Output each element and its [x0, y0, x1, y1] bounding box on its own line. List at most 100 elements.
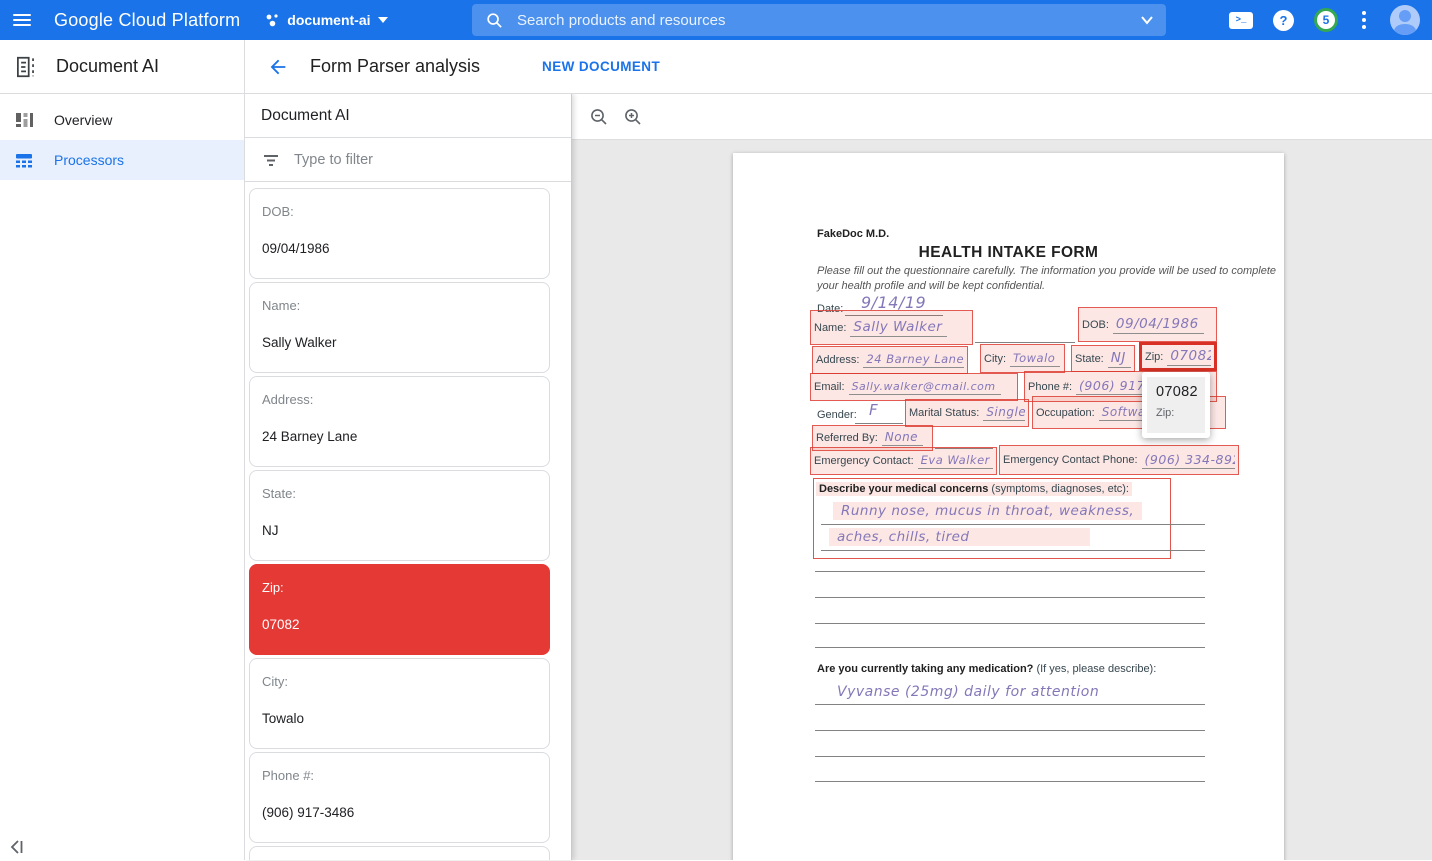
filter-input[interactable] [294, 152, 571, 168]
doc-field-value: NJ [1108, 350, 1131, 368]
field-card-label: City: [262, 674, 537, 689]
field-card-partial[interactable] [249, 846, 550, 860]
tooltip-value: 07082 [1156, 384, 1205, 400]
doc-field-label: Phone #: [1028, 381, 1072, 393]
doc-field-value: None [882, 430, 923, 446]
doc-gender-value: F [869, 401, 878, 419]
sidebar-item-overview[interactable]: Overview [0, 100, 244, 140]
doc-intro-line2: your health profile and will be kept con… [817, 280, 1045, 292]
doc-medication-label-bold: Are you currently taking any medication? [817, 663, 1033, 675]
tooltip-label: Zip: [1156, 407, 1205, 419]
document-ai-icon [13, 54, 39, 80]
app-title: Document AI [56, 56, 159, 77]
menu-icon[interactable] [0, 0, 44, 40]
field-card-value: 09/04/1986 [262, 241, 537, 256]
doc-field-zip-selected[interactable]: Zip: 07082 [1139, 342, 1217, 371]
more-options-icon[interactable] [1358, 7, 1370, 33]
sidebar-item-label: Overview [54, 112, 112, 128]
doc-field-value: 09/04/1986 [1113, 316, 1204, 334]
chevron-down-icon[interactable] [1140, 14, 1154, 26]
search-input[interactable] [517, 12, 1140, 29]
field-card-value: Sally Walker [262, 335, 537, 350]
collapse-left-icon [8, 838, 26, 856]
viewer-canvas[interactable]: FakeDoc M.D. HEALTH INTAKE FORM Please f… [572, 140, 1432, 860]
filter-icon [262, 151, 280, 169]
page-header: Document AI Form Parser analysis NEW DOC… [0, 40, 1432, 94]
field-card[interactable]: DOB: 09/04/1986 [249, 188, 550, 279]
page-title: Form Parser analysis [310, 56, 480, 77]
doc-medication-value: Vyvanse (25mg) daily for attention [837, 684, 1099, 700]
sidebar-item-processors[interactable]: Processors [0, 140, 244, 180]
notifications-badge[interactable]: 5 [1314, 8, 1338, 32]
doc-field-address[interactable]: Address: 24 Barney Lane [812, 346, 968, 374]
doc-concerns-label-bold: Describe your medical concerns [819, 483, 988, 495]
back-button[interactable] [262, 51, 294, 83]
doc-field-marital-status[interactable]: Marital Status: Single [905, 399, 1029, 427]
field-card-list: DOB: 09/04/1986 Name: Sally Walker Address:2… [245, 183, 571, 860]
chevron-down-icon [378, 17, 388, 23]
sidebar-item-label: Processors [54, 152, 124, 168]
entities-panel: Document AI DOB: 09/04/1986 Name: Sally Wal… [245, 94, 572, 860]
arrow-back-icon [267, 56, 289, 78]
project-name: document-ai [287, 12, 370, 28]
doc-concerns-line2: aches, chills, tired [829, 528, 1090, 546]
search-bar[interactable] [472, 4, 1166, 36]
doc-field-label: Referred By: [816, 432, 878, 444]
field-card-label: Name: [262, 298, 537, 313]
doc-field-emergency-phone[interactable]: Emergency Contact Phone: (906) 334-8926 [999, 445, 1239, 475]
filter-row [245, 138, 571, 182]
doc-field-value: Sally.walker@cmail.com [849, 380, 1001, 395]
doc-field-label: Zip: [1145, 351, 1163, 363]
doc-field-name[interactable]: Name: Sally Walker [810, 310, 973, 345]
doc-concerns-label-sub: (symptoms, diagnoses, etc): [988, 483, 1129, 495]
doc-field-value: Eva Walker [918, 453, 993, 469]
help-icon[interactable]: ? [1273, 10, 1294, 31]
doc-field-value: 24 Barney Lane [863, 352, 964, 368]
project-selector[interactable]: document-ai [264, 12, 387, 28]
doc-field-label: Email: [814, 381, 845, 393]
gcp-top-bar: Google Cloud Platform document-ai >_ ? 5 [0, 0, 1432, 40]
doc-field-label: City: [984, 353, 1006, 365]
brand-logo[interactable]: Google Cloud Platform [54, 10, 240, 31]
field-card-label: Phone #: [262, 768, 537, 783]
zoom-in-button[interactable] [616, 100, 650, 134]
panel-title: Document AI [245, 94, 571, 138]
zoom-out-button[interactable] [582, 100, 616, 134]
zoom-out-icon [589, 107, 609, 127]
doc-field-email[interactable]: Email: Sally.walker@cmail.com [810, 373, 1018, 401]
new-document-button[interactable]: NEW DOCUMENT [542, 59, 660, 74]
dashboard-icon [14, 110, 34, 130]
doc-field-label: DOB: [1082, 319, 1109, 331]
field-card[interactable]: Phone #:(906) 917-3486 [249, 752, 550, 843]
doc-field-value: Towalo [1010, 351, 1060, 367]
field-card-label: DOB: [262, 204, 537, 219]
doc-field-dob[interactable]: DOB: 09/04/1986 [1078, 307, 1217, 342]
search-icon [486, 12, 503, 29]
field-card[interactable]: Zip:07082 [249, 564, 550, 655]
doc-field-state[interactable]: State: NJ [1071, 345, 1135, 372]
doc-field-value: Single [983, 405, 1025, 421]
field-card[interactable]: Address:24 Barney Lane [249, 376, 550, 467]
doc-clinic-name: FakeDoc M.D. [817, 228, 889, 240]
field-card-value: 07082 [262, 617, 537, 632]
document-page[interactable]: FakeDoc M.D. HEALTH INTAKE FORM Please f… [733, 153, 1284, 860]
field-card[interactable]: City:Towalo [249, 658, 550, 749]
field-card[interactable]: State:NJ [249, 470, 550, 561]
collapse-sidebar-button[interactable] [8, 838, 30, 858]
doc-gender-label: Gender: [817, 409, 857, 421]
avatar[interactable] [1390, 5, 1420, 35]
doc-field-label: Address: [816, 354, 859, 366]
doc-field-label: Occupation: [1036, 407, 1095, 419]
cloud-shell-icon[interactable]: >_ [1229, 12, 1253, 29]
field-card-value: 24 Barney Lane [262, 429, 537, 444]
doc-field-city[interactable]: City: Towalo [980, 344, 1065, 373]
doc-title: HEALTH INTAKE FORM [733, 244, 1284, 262]
doc-field-value: (906) 334-8926 [1142, 452, 1235, 469]
doc-field-emergency-contact[interactable]: Emergency Contact: Eva Walker [810, 447, 997, 475]
zoom-in-icon [623, 107, 643, 127]
doc-intro-line1: Please fill out the questionnaire carefu… [817, 265, 1276, 277]
field-card[interactable]: Name: Sally Walker [249, 282, 550, 373]
viewer-toolbar [572, 94, 1432, 140]
doc-medication-label: Are you currently taking any medication?… [817, 663, 1156, 675]
doc-medication-label-sub: (If yes, please describe): [1033, 663, 1156, 675]
